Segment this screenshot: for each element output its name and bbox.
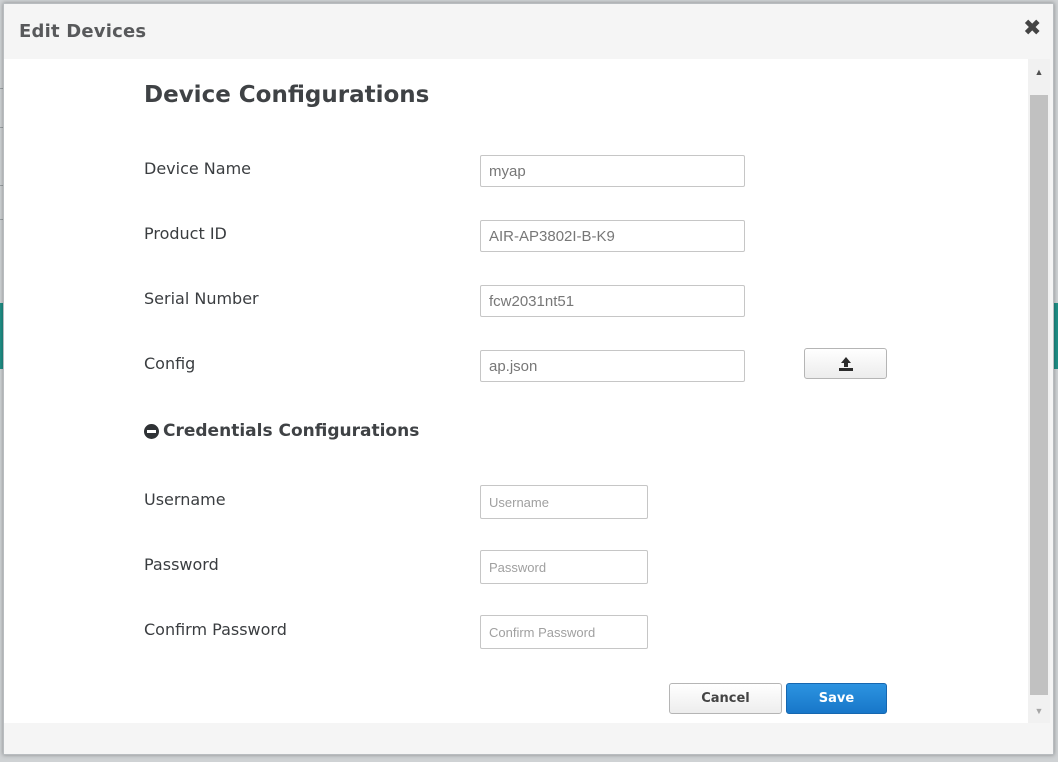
device-name-label: Device Name — [144, 159, 252, 178]
cancel-button[interactable]: Cancel — [669, 683, 782, 714]
dialog-body: Device Configurations Device Name Produc… — [4, 59, 1028, 723]
vertical-scrollbar[interactable]: ▲ ▼ — [1028, 59, 1050, 723]
credentials-toggle[interactable]: Credentials Configurations — [144, 421, 419, 441]
dialog-header: Edit Devices ✖ — [4, 4, 1053, 59]
confirm-password-input[interactable] — [480, 615, 648, 649]
device-configurations-heading: Device Configurations — [144, 82, 430, 108]
scroll-up-arrow-icon[interactable]: ▲ — [1028, 62, 1050, 82]
confirm-password-label: Confirm Password — [144, 620, 287, 639]
dialog-title: Edit Devices — [19, 21, 147, 42]
config-input[interactable] — [480, 350, 745, 382]
edit-devices-dialog: Edit Devices ✖ Device Configurations Dev… — [3, 3, 1054, 755]
product-id-input[interactable] — [480, 220, 745, 252]
credentials-configurations-heading: Credentials Configurations — [163, 421, 420, 441]
config-label: Config — [144, 354, 196, 373]
scrollbar-thumb[interactable] — [1030, 95, 1048, 695]
background-accent-bar — [1054, 303, 1058, 369]
close-icon[interactable]: ✖ — [1023, 18, 1041, 40]
serial-number-label: Serial Number — [144, 289, 259, 308]
upload-config-button[interactable] — [804, 348, 887, 379]
minus-circle-icon — [144, 423, 159, 439]
upload-icon — [838, 356, 853, 371]
scroll-down-arrow-icon[interactable]: ▼ — [1028, 701, 1050, 721]
password-label: Password — [144, 555, 219, 574]
password-input[interactable] — [480, 550, 648, 584]
username-label: Username — [144, 490, 226, 509]
device-name-input[interactable] — [480, 155, 745, 187]
username-input[interactable] — [480, 485, 648, 519]
product-id-label: Product ID — [144, 224, 227, 243]
dialog-footer — [4, 723, 1053, 754]
serial-number-input[interactable] — [480, 285, 745, 317]
save-button[interactable]: Save — [786, 683, 887, 714]
